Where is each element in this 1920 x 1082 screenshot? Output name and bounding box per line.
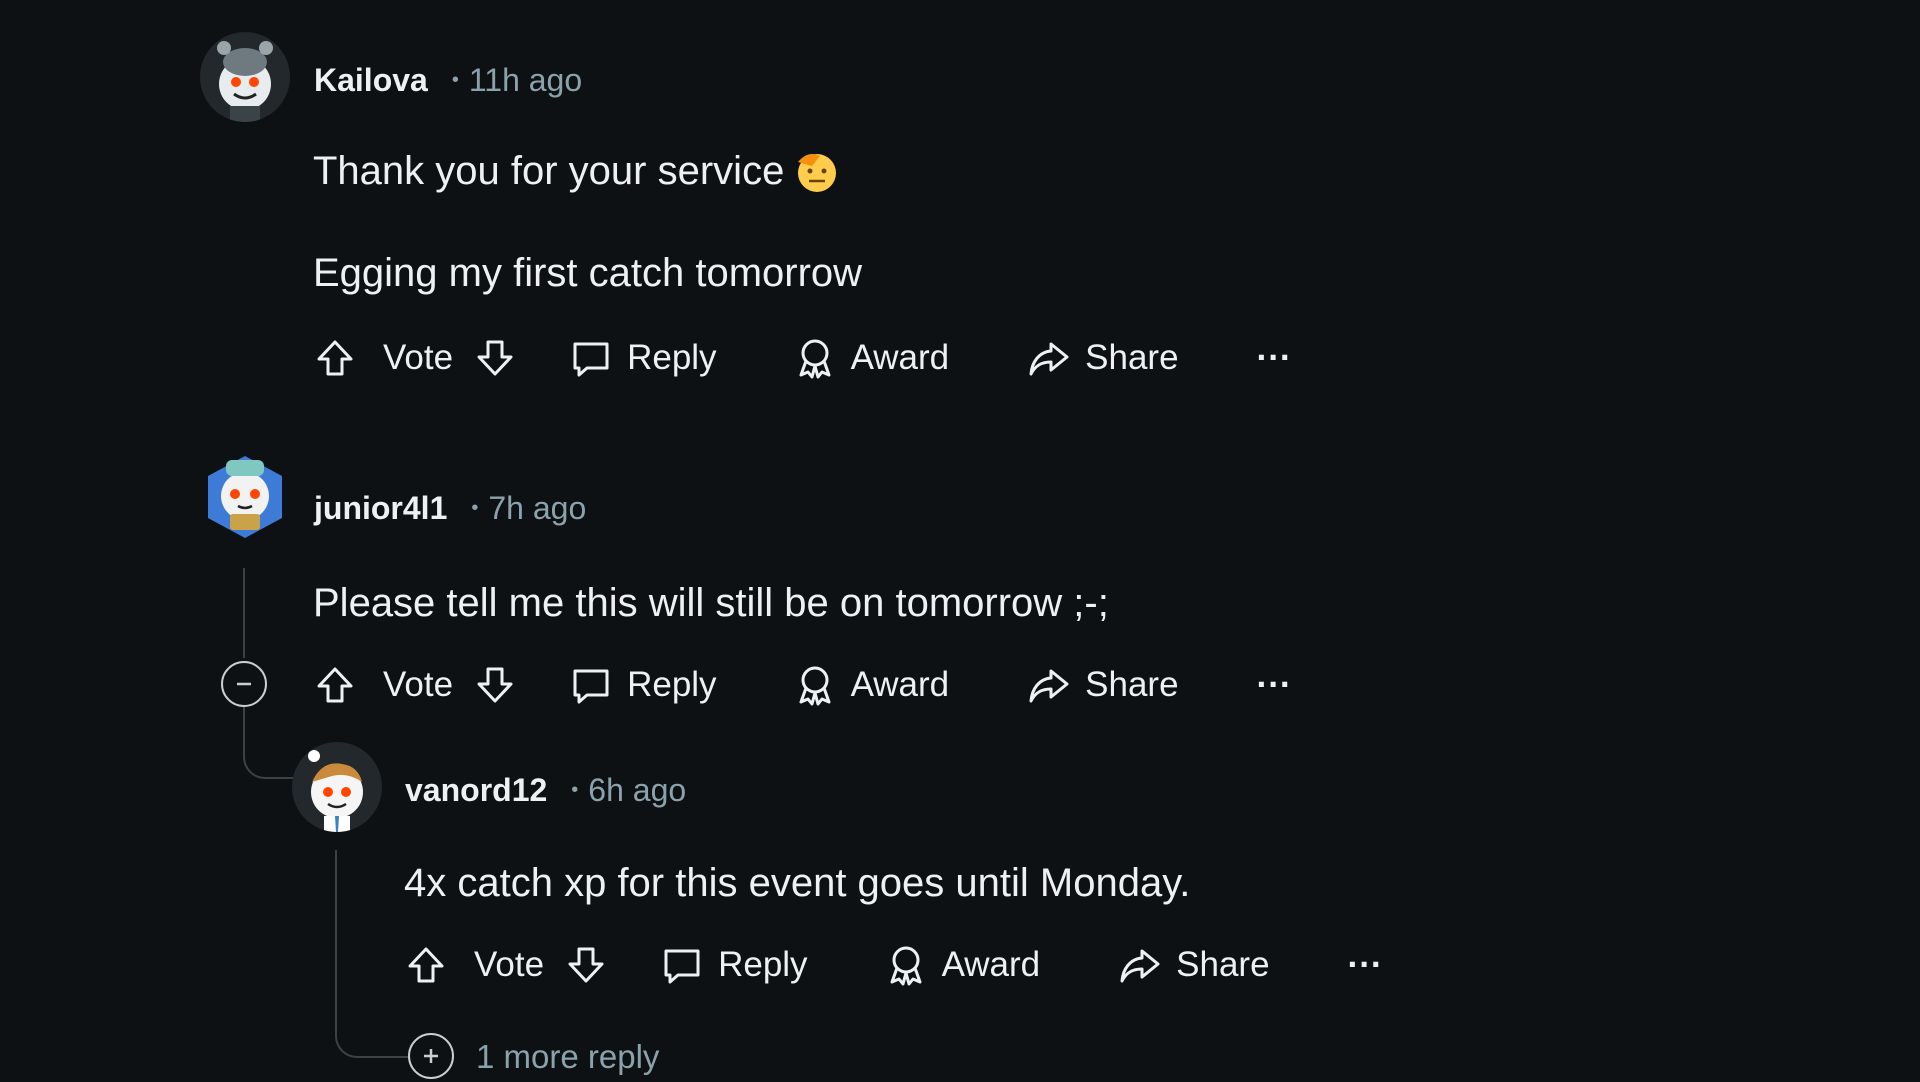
award-button[interactable]: Award bbox=[884, 943, 1040, 987]
vote-count: Vote bbox=[383, 338, 454, 377]
overflow-icon: ··· bbox=[1256, 338, 1292, 377]
overflow-menu-button[interactable]: ··· bbox=[1257, 665, 1292, 705]
vote-count: Vote bbox=[383, 665, 454, 704]
upvote-icon bbox=[317, 340, 353, 376]
timestamp[interactable]: 11h ago bbox=[469, 62, 582, 99]
comment-body-line: 4x catch xp for this event goes until Mo… bbox=[404, 860, 1191, 905]
upvote-icon bbox=[408, 947, 444, 983]
share-icon bbox=[1029, 669, 1069, 703]
reply-button[interactable]: Reply bbox=[660, 943, 808, 987]
share-icon bbox=[1029, 342, 1069, 376]
collapse-icon bbox=[237, 682, 251, 686]
vote-count: Vote bbox=[474, 945, 545, 984]
comment-icon bbox=[573, 669, 609, 704]
award-button[interactable]: Award bbox=[793, 663, 949, 707]
username[interactable]: junior4l1 bbox=[314, 490, 447, 527]
comment-body-line: Please tell me this will still be on tom… bbox=[313, 580, 1109, 625]
comment-body-line: Egging my first catch tomorrow bbox=[313, 250, 863, 295]
share-button[interactable]: Share bbox=[1027, 336, 1179, 380]
downvote-icon bbox=[477, 340, 513, 376]
reply-button[interactable]: Reply bbox=[569, 663, 717, 707]
award-icon bbox=[890, 946, 922, 986]
reply-button[interactable]: Reply bbox=[569, 336, 717, 380]
comment-meta: vanord12 • 6h ago bbox=[405, 770, 686, 810]
upvote-button[interactable] bbox=[313, 336, 357, 380]
share-button[interactable]: Share bbox=[1027, 663, 1179, 707]
overflow-icon: ··· bbox=[1347, 945, 1383, 984]
award-icon bbox=[799, 666, 831, 706]
separator-dot: • bbox=[571, 778, 579, 801]
timestamp[interactable]: 6h ago bbox=[588, 772, 686, 809]
thread-line bbox=[243, 568, 245, 658]
award-icon bbox=[799, 339, 831, 379]
avatar-vanord12[interactable] bbox=[292, 742, 382, 832]
thread-connector bbox=[335, 850, 411, 1058]
upvote-button[interactable] bbox=[404, 943, 448, 987]
downvote-button[interactable] bbox=[473, 336, 517, 380]
thread-connector bbox=[243, 707, 295, 779]
upvote-button[interactable] bbox=[313, 663, 357, 707]
avatar-kailova[interactable] bbox=[200, 32, 290, 122]
collapse-thread-button[interactable] bbox=[221, 661, 267, 707]
separator-dot: • bbox=[471, 496, 479, 519]
username[interactable]: vanord12 bbox=[405, 772, 547, 809]
username[interactable]: Kailova bbox=[314, 62, 428, 99]
share-icon bbox=[1120, 949, 1160, 983]
upvote-icon bbox=[317, 667, 353, 703]
share-button[interactable]: Share bbox=[1118, 943, 1270, 987]
downvote-icon bbox=[477, 667, 513, 703]
expand-icon bbox=[424, 1049, 438, 1063]
downvote-button[interactable] bbox=[564, 943, 608, 987]
comment-icon bbox=[664, 949, 700, 984]
expand-replies-button[interactable] bbox=[408, 1033, 454, 1079]
comment-meta: Kailova • 11h ago bbox=[314, 60, 582, 100]
comment-thread: Kailova • 11h ago Thank you for your ser… bbox=[0, 0, 1920, 1082]
comment-body-line: Thank you for your service bbox=[313, 146, 840, 196]
avatar-junior4l1[interactable] bbox=[200, 452, 290, 542]
comment-actions: Vote Reply Award Share ··· bbox=[404, 937, 1383, 993]
downvote-icon bbox=[568, 947, 604, 983]
more-replies-link[interactable]: 1 more reply bbox=[476, 1038, 659, 1076]
comment-icon bbox=[573, 342, 609, 377]
timestamp[interactable]: 7h ago bbox=[488, 490, 586, 527]
overflow-menu-button[interactable]: ··· bbox=[1348, 945, 1383, 985]
downvote-button[interactable] bbox=[473, 663, 517, 707]
separator-dot: • bbox=[451, 68, 459, 91]
overflow-menu-button[interactable]: ··· bbox=[1257, 338, 1292, 378]
comment-meta: junior4l1 • 7h ago bbox=[314, 488, 586, 528]
award-button[interactable]: Award bbox=[793, 336, 949, 380]
comment-actions: Vote Reply Award Share ··· bbox=[313, 330, 1292, 386]
comment-actions: Vote Reply Award Share ··· bbox=[313, 657, 1292, 713]
overflow-icon: ··· bbox=[1256, 665, 1292, 704]
saluting-face-emoji bbox=[794, 148, 840, 194]
